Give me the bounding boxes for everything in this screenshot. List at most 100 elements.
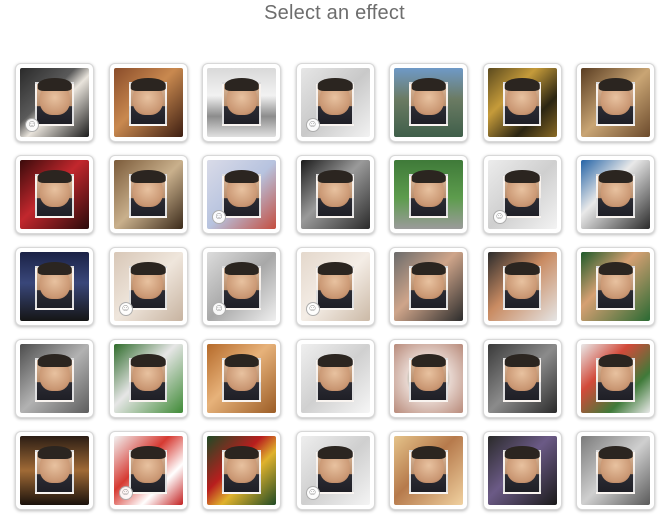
effect-thumbnail [487,68,557,137]
effect-tile[interactable]: ☺ [295,63,375,142]
smiley-icon: ☺ [25,118,39,132]
hair [411,169,446,184]
hair [317,445,353,460]
effect-thumbnail [20,344,89,413]
effect-tile[interactable]: ☺ [202,155,281,234]
hair [598,169,633,184]
effect-thumbnail: ☺ [113,252,183,321]
effect-thumbnail: ☺ [20,68,89,137]
effect-tile[interactable]: ☺ [108,247,188,326]
effect-tile[interactable] [389,247,468,326]
effect-tile[interactable] [482,247,562,326]
hair [317,261,353,276]
effect-thumbnail: ☺ [207,160,276,229]
hair [598,77,633,92]
effect-tile[interactable] [389,63,468,142]
effect-tile[interactable] [389,339,468,418]
effect-thumbnail [581,252,650,321]
smiley-icon: ☺ [492,210,507,224]
effect-tile[interactable] [389,155,468,234]
effect-tile[interactable]: ☺ [295,247,375,326]
hair [130,353,166,368]
effect-thumbnail [113,344,183,413]
hair [224,77,259,92]
hair [504,353,540,368]
effect-tile[interactable] [15,339,94,418]
effect-thumbnail [487,436,557,505]
effect-tile[interactable]: ☺ [15,63,94,142]
effect-thumbnail [207,344,276,413]
effect-tile[interactable] [576,63,655,142]
hair [224,353,259,368]
effect-tile[interactable] [389,431,468,510]
effect-thumbnail: ☺ [207,252,276,321]
hair [598,445,633,460]
effect-tile[interactable] [482,431,562,510]
hair [504,261,540,276]
effect-thumbnail [581,344,650,413]
hair [504,77,540,92]
effect-tile[interactable] [15,247,94,326]
effect-thumbnail: ☺ [487,160,557,229]
hair [411,445,446,460]
effect-tile[interactable] [482,339,562,418]
effect-thumbnail [300,160,370,229]
effect-tile[interactable] [108,155,188,234]
effect-tile[interactable] [576,431,655,510]
effect-tile[interactable] [482,63,562,142]
effect-tile[interactable] [15,431,94,510]
hair [130,445,166,460]
effect-tile[interactable] [108,63,188,142]
effect-thumbnail [113,68,183,137]
smiley-icon: ☺ [305,486,320,500]
smiley-icon: ☺ [118,302,133,316]
effect-tile[interactable] [576,155,655,234]
effect-thumbnail [581,68,650,137]
smiley-icon: ☺ [305,118,320,132]
hair [130,261,166,276]
effect-thumbnail [207,68,276,137]
effect-tile[interactable] [202,339,281,418]
effect-tile[interactable]: ☺ [482,155,562,234]
effect-thumbnail [113,160,183,229]
effect-thumbnail [394,344,463,413]
hair [37,445,72,460]
effect-thumbnail [300,344,370,413]
effect-tile[interactable] [576,247,655,326]
effect-thumbnail [581,436,650,505]
effect-tile[interactable] [295,339,375,418]
page-title: Select an effect [264,2,405,24]
hair [37,169,72,184]
effect-thumbnail [207,436,276,505]
effect-thumbnail [394,160,463,229]
effect-thumbnail [20,160,89,229]
effect-tile[interactable] [295,155,375,234]
effect-thumbnail [20,436,89,505]
hair [317,169,353,184]
effect-tile[interactable]: ☺ [202,247,281,326]
effect-tile[interactable] [108,339,188,418]
smiley-icon: ☺ [212,302,226,316]
hair [37,353,72,368]
effect-tile[interactable] [202,431,281,510]
effect-thumbnail: ☺ [300,252,370,321]
hair [598,261,633,276]
hair [224,445,259,460]
effect-tile[interactable] [576,339,655,418]
smiley-icon: ☺ [212,210,226,224]
effect-tile[interactable]: ☺ [108,431,188,510]
effect-thumbnail: ☺ [300,68,370,137]
effect-tile[interactable] [15,155,94,234]
hair [504,169,540,184]
effect-thumbnail [487,344,557,413]
effect-tile[interactable]: ☺ [295,431,375,510]
hair [130,169,166,184]
hair [37,77,72,92]
hair [411,353,446,368]
hair [411,261,446,276]
hair [411,77,446,92]
effect-tile[interactable] [202,63,281,142]
effect-thumbnail: ☺ [300,436,370,505]
effect-thumbnail: ☺ [113,436,183,505]
hair [37,261,72,276]
